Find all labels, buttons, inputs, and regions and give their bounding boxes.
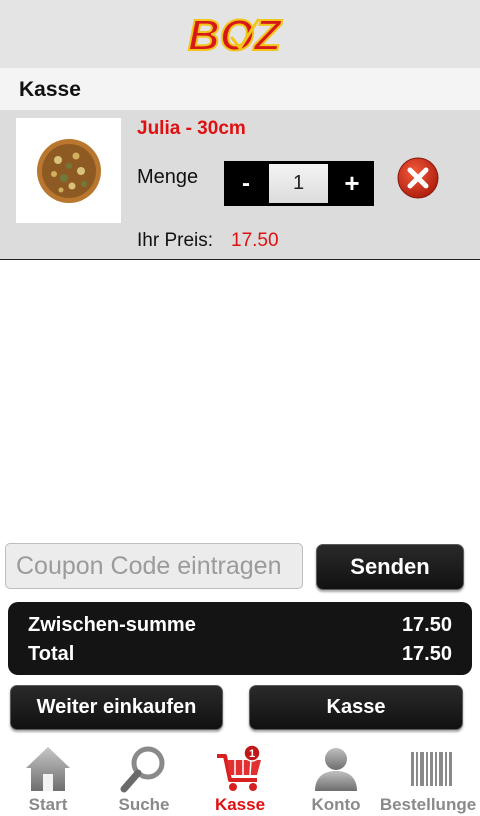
tab-suche[interactable]: Suche <box>96 738 192 816</box>
tab-label: Bestellunge <box>379 795 477 814</box>
header: BOZ <box>0 0 480 68</box>
tab-bestellungen[interactable]: Bestellunge <box>380 738 480 816</box>
product-name[interactable]: Julia - 30cm <box>137 118 246 140</box>
tab-konto[interactable]: Konto <box>288 738 384 816</box>
send-coupon-button[interactable]: Senden <box>316 544 464 590</box>
tab-label: Suche <box>118 795 170 814</box>
tab-bar: Start Suche 1 Kasse Konto Bestellunge <box>0 738 480 816</box>
logo-graphic: BOZ <box>187 10 284 60</box>
search-icon <box>120 746 165 793</box>
increment-button[interactable]: + <box>330 161 374 206</box>
price-value: 17.50 <box>231 230 279 251</box>
app-screen: BOZ Kasse Julia - 30cm Menge - 1 + Ihr P… <box>0 0 480 816</box>
subtotal-label: Zwischen-summe <box>28 614 196 636</box>
tab-start[interactable]: Start <box>0 738 96 816</box>
barcode-icon <box>411 752 452 786</box>
logo: BOZ <box>184 8 298 60</box>
totals-panel: Zwischen-summe 17.50 Total 17.50 <box>8 602 472 675</box>
cart-item: Julia - 30cm Menge - 1 + Ihr Preis: 17.5… <box>0 110 480 260</box>
remove-icon <box>397 157 439 199</box>
checkout-button[interactable]: Kasse <box>249 685 463 730</box>
coupon-input[interactable] <box>5 543 303 589</box>
continue-shopping-button[interactable]: Weiter einkaufen <box>10 685 223 730</box>
tab-label: Konto <box>311 795 361 814</box>
cart-badge: 1 <box>249 748 255 760</box>
subtotal-value: 17.50 <box>401 614 452 636</box>
pizza-icon <box>37 139 101 203</box>
product-image[interactable] <box>16 118 121 223</box>
total-value: 17.50 <box>401 643 452 665</box>
decrement-button[interactable]: - <box>224 161 268 206</box>
total-row: Total 17.50 <box>28 643 452 667</box>
tab-label: Start <box>28 795 68 814</box>
page-title: Kasse <box>19 78 81 101</box>
quantity-stepper: - 1 + <box>224 161 374 206</box>
quantity-value[interactable]: 1 <box>269 164 328 203</box>
home-icon <box>26 747 70 791</box>
user-icon <box>315 748 357 791</box>
cart-icon: 1 <box>217 744 261 791</box>
subtotal-row: Zwischen-summe 17.50 <box>28 614 452 638</box>
logo-text: BOZ <box>188 11 283 60</box>
total-label: Total <box>28 643 75 665</box>
tab-kasse[interactable]: 1 Kasse <box>192 738 288 816</box>
quantity-label: Menge <box>137 166 199 188</box>
remove-item-button[interactable] <box>396 157 440 199</box>
page-title-bar: Kasse <box>0 68 480 110</box>
tab-label: Kasse <box>214 795 266 814</box>
price-label: Ihr Preis: <box>137 230 214 251</box>
